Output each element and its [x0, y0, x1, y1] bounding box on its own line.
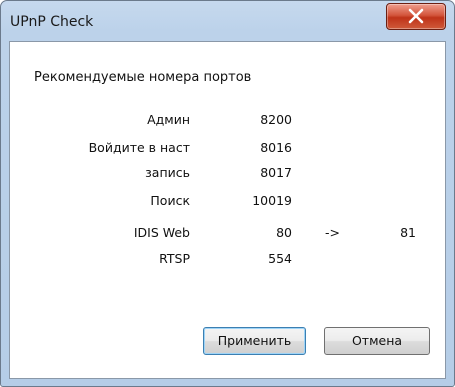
window-title: UPnP Check	[10, 14, 94, 30]
port-value-login: 8016	[260, 140, 292, 155]
apply-button[interactable]: Применить	[203, 327, 306, 355]
cancel-button[interactable]: Отмена	[324, 327, 430, 355]
port-name-admin: Админ	[147, 112, 190, 127]
dialog-window: UPnP Check Рекомендуемые номера портов А…	[0, 0, 455, 387]
port-name-idis-web: IDIS Web	[133, 225, 190, 240]
port-name-record: запись	[145, 165, 190, 180]
port-value-admin: 8200	[260, 112, 292, 127]
port-value2-idis-web: 81	[400, 225, 416, 240]
port-arrow-idis-web: ->	[325, 225, 340, 240]
close-button[interactable]	[386, 3, 446, 30]
port-value-rtsp: 554	[268, 251, 292, 266]
port-value-idis-web: 80	[276, 225, 292, 240]
dialog-content: Рекомендуемые номера портов Админ 8200 В…	[9, 41, 446, 379]
port-value-record: 8017	[260, 165, 292, 180]
port-name-login: Войдите в наст	[88, 140, 190, 155]
port-name-rtsp: RTSP	[159, 251, 190, 266]
port-name-search: Поиск	[150, 193, 190, 208]
port-value-search: 10019	[252, 193, 292, 208]
title-bar[interactable]: UPnP Check	[1, 1, 454, 39]
close-icon	[408, 8, 424, 24]
ports-heading: Рекомендуемые номера портов	[34, 70, 252, 85]
